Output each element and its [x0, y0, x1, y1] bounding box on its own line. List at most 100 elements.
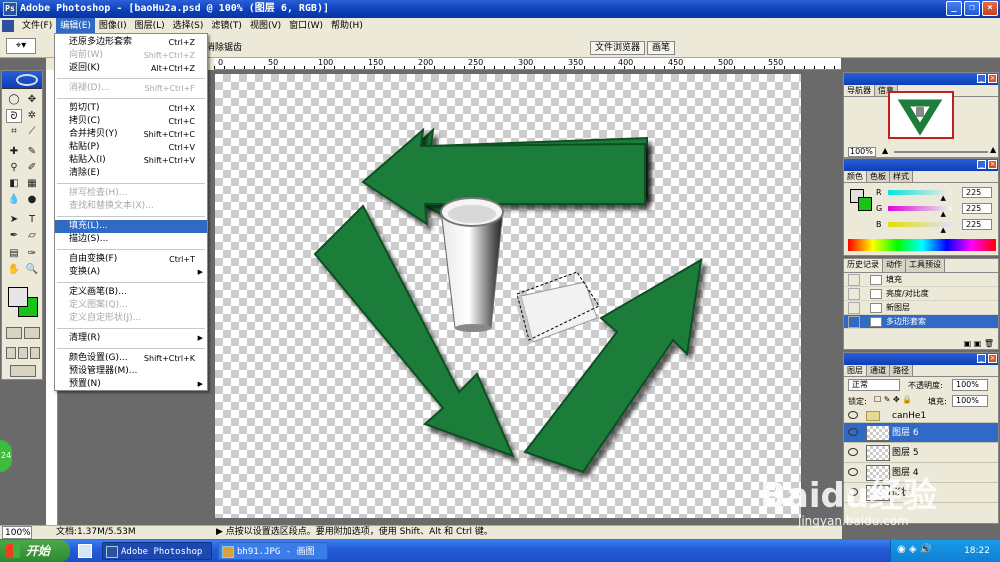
visibility-eye-icon[interactable] [848, 411, 858, 419]
tab-layers[interactable]: 图层 [844, 365, 867, 376]
taskbar-item-photoshop[interactable]: Adobe Photoshop ... [102, 542, 212, 560]
gradient-tool-icon[interactable]: ▦ [24, 177, 40, 191]
tab-navigator[interactable]: 导航器 [844, 85, 875, 96]
edit-menu-item[interactable]: 定义画笔(B)... [55, 286, 207, 299]
layer-group-row[interactable]: canHe1 [844, 409, 998, 423]
eraser-tool-icon[interactable]: ◧ [6, 177, 22, 191]
history-item[interactable]: 填充 [844, 273, 998, 287]
hand-tool-icon[interactable]: ✋ [6, 263, 22, 277]
layers-minimize-button[interactable]: _ [977, 354, 986, 363]
brushes-tab[interactable]: 画笔 [647, 41, 676, 55]
notes-tool-icon[interactable]: ▤ [6, 247, 22, 261]
channel-slider-thumb[interactable]: ▲ [940, 210, 945, 218]
history-item[interactable]: 亮度/对比度 [844, 287, 998, 301]
edit-menu-item[interactable]: 剪切(T) Ctrl+X [55, 102, 207, 115]
document-icon[interactable] [2, 20, 14, 32]
menu-select[interactable]: 选择(S) [169, 18, 208, 34]
edit-menu-item[interactable]: 粘贴(P) Ctrl+V [55, 141, 207, 154]
edit-menu-item[interactable]: 描边(S)... [55, 233, 207, 246]
jump-to-imageready-button[interactable] [10, 365, 36, 377]
menu-view[interactable]: 视图(V) [246, 18, 285, 34]
navigator-minimize-button[interactable]: _ [977, 74, 986, 83]
history-item[interactable]: 多边形套索 [844, 315, 998, 329]
opacity-field[interactable]: 100% [952, 379, 988, 391]
screen-mode-1-button[interactable] [6, 347, 16, 359]
history-source-box[interactable] [848, 302, 860, 314]
channel-slider-thumb[interactable]: ▲ [940, 226, 945, 234]
edit-menu-item[interactable]: 清除(E) [55, 167, 207, 180]
layer-row[interactable]: 图层 5 [844, 443, 998, 463]
side-badge[interactable]: 24 [0, 440, 12, 472]
quickmask-mode-button[interactable] [24, 327, 40, 339]
minimize-button[interactable]: _ [946, 1, 962, 16]
tab-channels[interactable]: 通道 [867, 365, 890, 376]
tab-styles[interactable]: 样式 [890, 171, 913, 182]
history-source-box[interactable] [848, 274, 860, 286]
foreground-color-swatch[interactable] [8, 287, 28, 307]
visibility-eye-icon[interactable] [848, 448, 858, 456]
marquee-tool-icon[interactable]: ◯ [6, 93, 22, 107]
file-browser-tab[interactable]: 文件浏览器 [590, 41, 646, 55]
tab-paths[interactable]: 路径 [890, 365, 913, 376]
edit-menu-item[interactable]: 返回(K) Alt+Ctrl+Z [55, 62, 207, 75]
edit-menu-item[interactable]: 自由变换(F) Ctrl+T [55, 253, 207, 266]
screen-mode-3-button[interactable] [30, 347, 40, 359]
menu-help[interactable]: 帮助(H) [327, 18, 367, 34]
tool-preset-picker[interactable]: ⌖▾ [6, 38, 36, 54]
history-source-box[interactable] [848, 316, 860, 328]
path-select-icon[interactable]: ➤ [6, 213, 22, 227]
canvas[interactable] [215, 74, 801, 518]
slice-tool-icon[interactable]: ⟋ [24, 125, 40, 139]
tab-actions[interactable]: 动作 [883, 259, 906, 272]
layers-close-button[interactable]: × [988, 354, 997, 363]
lock-icons[interactable]: ☐ ✎ ✥ 🔒 [874, 395, 912, 404]
standard-mode-button[interactable] [6, 327, 22, 339]
eyedropper-icon[interactable]: ✑ [24, 247, 40, 261]
history-footer-icons[interactable]: ▣ ▣ 🗑 [844, 339, 998, 349]
channel-value-field[interactable]: 225 [962, 203, 992, 214]
color-panel-bg-swatch[interactable] [858, 197, 872, 211]
menu-filter[interactable]: 滤镜(T) [207, 18, 246, 34]
menu-image[interactable]: 图像(I) [95, 18, 131, 34]
blur-tool-icon[interactable]: 💧 [6, 193, 22, 207]
restore-button[interactable]: ❐ [964, 1, 980, 16]
channel-value-field[interactable]: 225 [962, 187, 992, 198]
history-source-box[interactable] [848, 288, 860, 300]
zoom-tool-icon[interactable]: 🔍 [24, 263, 40, 277]
edit-menu-item[interactable]: 填充(L)... [55, 220, 207, 233]
zoom-in-icon[interactable]: ▲ [990, 145, 996, 154]
show-desktop-icon[interactable] [78, 544, 92, 558]
photoshop-icon[interactable]: Ps [3, 2, 17, 16]
zoom-field[interactable]: 100% [2, 526, 32, 539]
tab-history[interactable]: 历史记录 [844, 259, 883, 272]
visibility-eye-icon[interactable] [848, 428, 858, 436]
magic-wand-icon[interactable]: ✲ [24, 109, 40, 123]
start-button[interactable]: 开始 [0, 540, 70, 562]
color-spectrum-bar[interactable] [848, 239, 996, 251]
dodge-tool-icon[interactable]: ● [24, 193, 40, 207]
layer-row[interactable]: 图层 6 [844, 423, 998, 443]
screen-mode-2-button[interactable] [18, 347, 28, 359]
menu-window[interactable]: 窗口(W) [285, 18, 327, 34]
move-tool-icon[interactable]: ✥ [24, 93, 40, 107]
lasso-tool-icon[interactable]: ᘐ [6, 109, 22, 123]
edit-menu-item[interactable]: 颜色设置(G)... Shift+Ctrl+K [55, 352, 207, 365]
navigator-zoom-field[interactable]: 100% [848, 147, 876, 157]
edit-menu-item[interactable]: 粘贴入(I) Shift+Ctrl+V [55, 154, 207, 167]
edit-menu-item[interactable]: 预设管理器(M)... [55, 365, 207, 378]
edit-menu-item[interactable]: 清理(R) ▶ [55, 332, 207, 345]
edit-menu-item[interactable]: 变换(A) ▶ [55, 266, 207, 279]
brush-tool-icon[interactable]: ✎ [24, 145, 40, 159]
menu-layer[interactable]: 图层(L) [131, 18, 169, 34]
channel-value-field[interactable]: 225 [962, 219, 992, 230]
tab-color[interactable]: 颜色 [844, 171, 867, 182]
navigator-thumbnail[interactable] [888, 91, 954, 139]
color-minimize-button[interactable]: _ [977, 160, 986, 169]
taskbar-item-paint[interactable]: bh91.JPG - 画图 [218, 542, 328, 560]
navigator-zoom-slider[interactable] [894, 151, 988, 153]
tray-icons[interactable]: ◉ ◈ 🔊 [897, 544, 932, 555]
navigator-close-button[interactable]: × [988, 74, 997, 83]
color-close-button[interactable]: × [988, 160, 997, 169]
edit-menu-item[interactable]: 预置(N) ▶ [55, 378, 207, 391]
history-item[interactable]: 新图层 [844, 301, 998, 315]
